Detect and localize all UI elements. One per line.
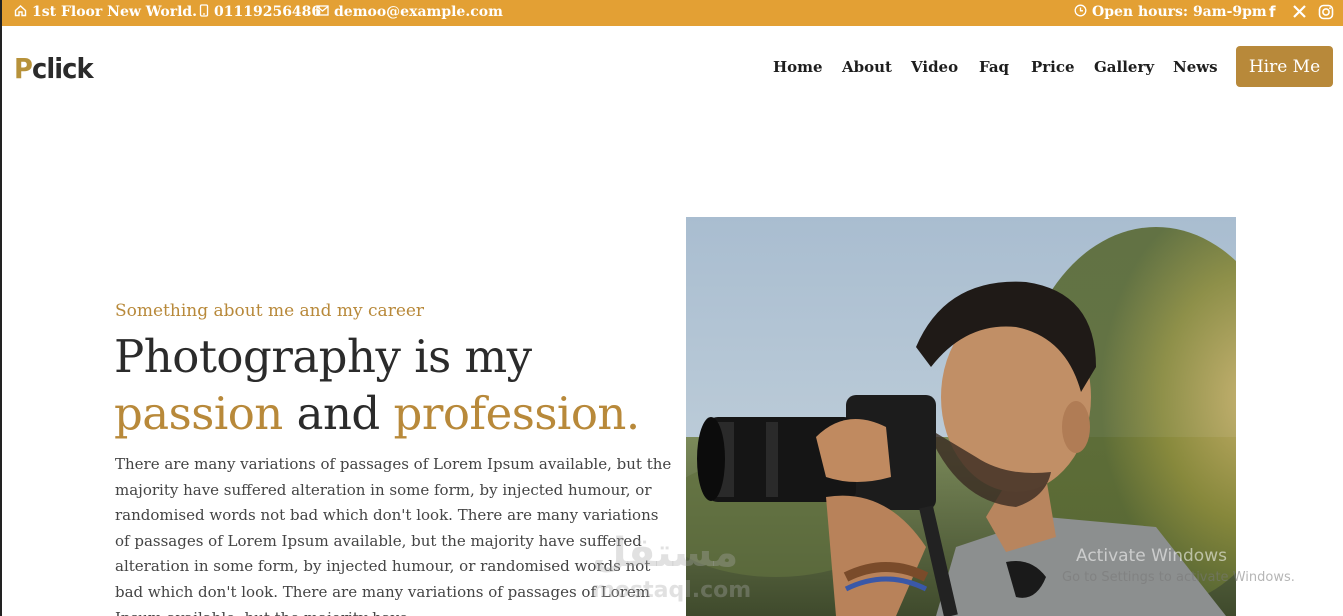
headline-and: and: [296, 387, 381, 440]
email-item[interactable]: demoo@example.com: [316, 4, 503, 20]
instagram-icon[interactable]: [1318, 4, 1334, 24]
site-logo[interactable]: Pclick: [14, 52, 94, 85]
headline-passion: passion: [114, 387, 283, 440]
nav-news[interactable]: News: [1173, 58, 1218, 76]
nav-price[interactable]: Price: [1031, 58, 1075, 76]
activate-windows-subtitle: Go to Settings to activate Windows.: [1062, 570, 1295, 585]
mostaql-watermark: مستقل: [592, 530, 739, 576]
nav-about[interactable]: About: [842, 58, 892, 76]
nav-gallery[interactable]: Gallery: [1094, 58, 1154, 76]
hero-description: There are many variations of passages of…: [115, 455, 672, 616]
home-icon: [14, 4, 27, 20]
top-info-bar: 1st Floor New World. 01119256486 demoo@e…: [2, 0, 1343, 26]
mail-icon: [316, 5, 329, 19]
activate-windows-title: Activate Windows: [1076, 546, 1227, 566]
clock-icon: [1074, 4, 1087, 20]
hero-headline: Photography is my passion and profession…: [114, 328, 640, 442]
phone-icon: [199, 4, 209, 20]
nav-home[interactable]: Home: [773, 58, 823, 76]
mostaql-url-watermark: mostaql.com: [592, 578, 752, 603]
logo-initial: P: [14, 52, 33, 85]
nav-video[interactable]: Video: [911, 58, 958, 76]
phone-text: 01119256486: [214, 4, 322, 20]
nav-faq[interactable]: Faq: [979, 58, 1009, 76]
hire-me-button[interactable]: Hire Me: [1236, 46, 1333, 87]
hours-item: Open hours: 9am-9pm: [1074, 4, 1267, 20]
x-icon[interactable]: [1292, 4, 1307, 23]
headline-profession: profession.: [393, 387, 641, 440]
hours-text: Open hours: 9am-9pm: [1092, 4, 1267, 20]
facebook-icon[interactable]: f: [1269, 3, 1276, 21]
hero-eyebrow: Something about me and my career: [115, 301, 425, 321]
address-text: 1st Floor New World.: [32, 4, 198, 20]
headline-line1: Photography is my: [114, 330, 532, 383]
address-item: 1st Floor New World.: [14, 4, 197, 20]
email-text: demoo@example.com: [334, 4, 503, 20]
phone-item[interactable]: 01119256486: [199, 4, 321, 20]
logo-wordmark: click: [31, 52, 94, 85]
